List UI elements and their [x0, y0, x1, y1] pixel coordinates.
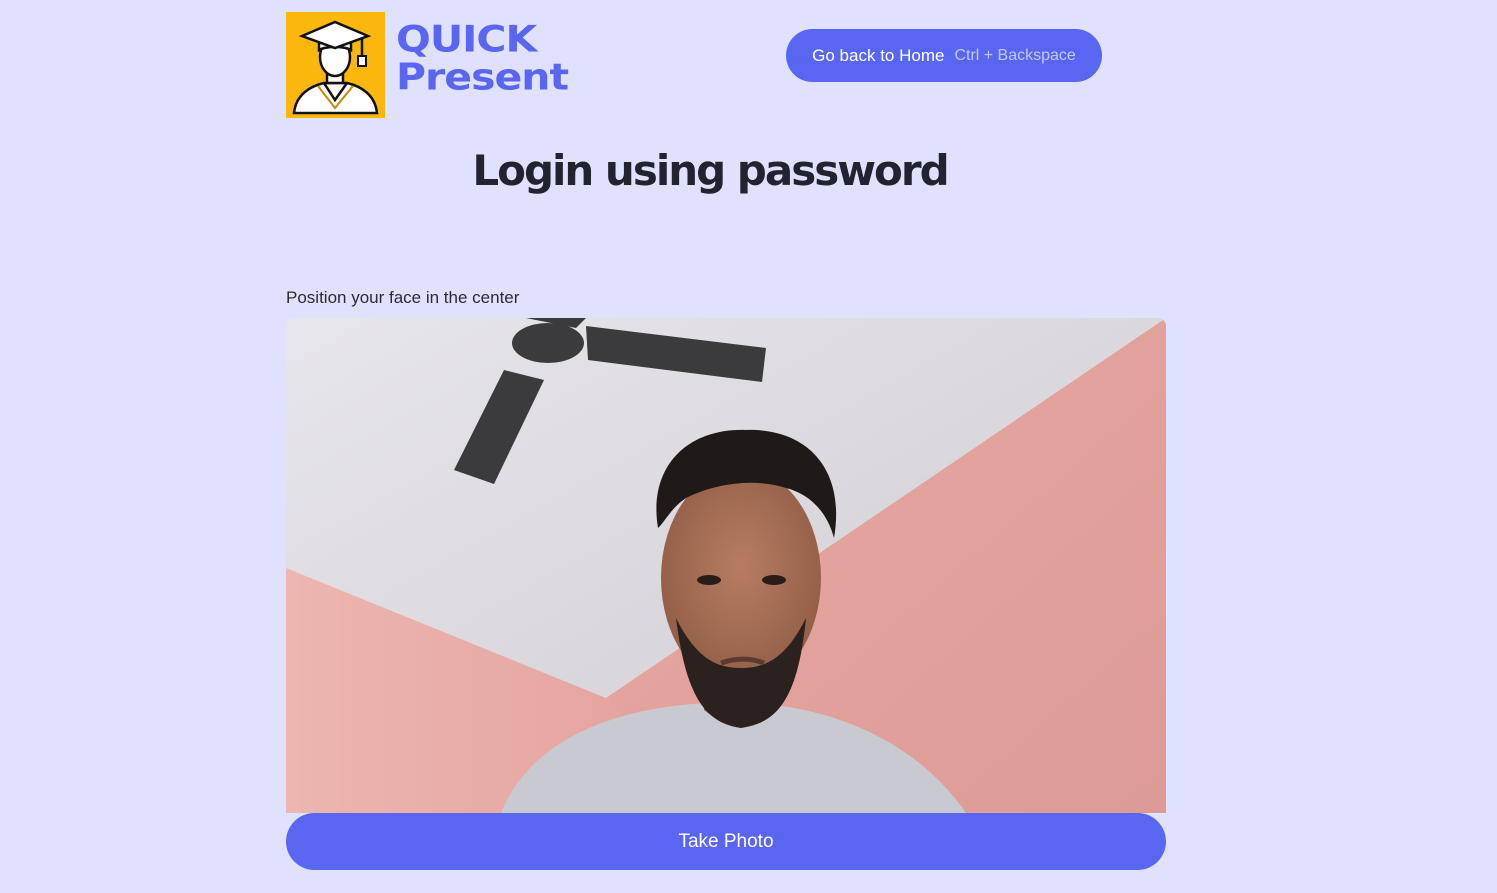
go-home-button[interactable]: Go back to Home Ctrl + Backspace [786, 29, 1102, 82]
keyboard-shortcut-hint: Ctrl + Backspace [954, 46, 1076, 64]
page-title: Login using password [472, 146, 949, 195]
go-home-label: Go back to Home [812, 45, 945, 65]
brand-line-2: Present [396, 55, 569, 99]
camera-hint: Position your face in the center [286, 288, 520, 307]
brand-line-1: QUICK [396, 17, 537, 61]
page: QUICK Present Go back to Home Ctrl + Bac… [0, 0, 1497, 893]
take-photo-button[interactable]: Take Photo [286, 813, 1166, 870]
camera-preview [286, 318, 1166, 813]
brand-name: QUICK Present [396, 20, 636, 96]
camera-feed-image [286, 318, 1166, 813]
graduate-icon [292, 20, 379, 115]
logo [286, 12, 385, 118]
